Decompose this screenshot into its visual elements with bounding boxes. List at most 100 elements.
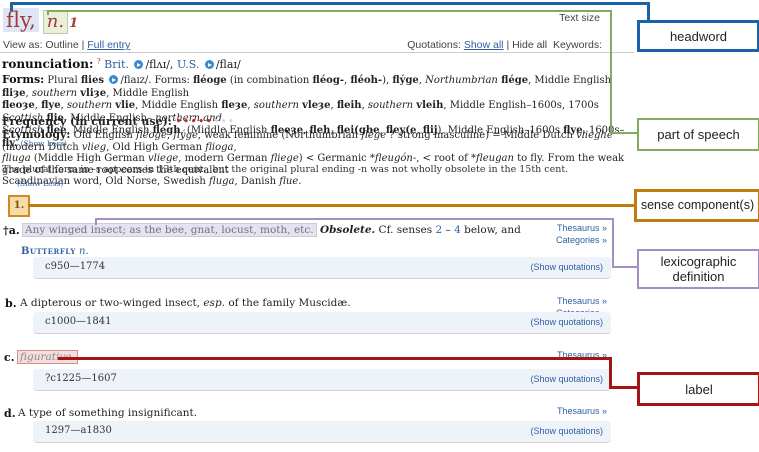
text-segment: , weak feminine (Northumbrian (198, 130, 361, 141)
label-connector-line (609, 386, 638, 389)
text-segment: flies (81, 75, 108, 86)
callout-headword: headword (637, 20, 759, 52)
thesaurus-link[interactable]: Thesaurus » (495, 222, 607, 234)
sense-marker: b. (5, 297, 17, 310)
inline-link[interactable]: Brit. (104, 58, 129, 71)
thesaurus-link[interactable]: Thesaurus » (495, 295, 607, 307)
etymology-text: Old English fléoge, flýge, weak feminine… (2, 130, 624, 187)
pronunciation-label: ronunciation: (2, 57, 93, 71)
quotation-date-range: ?c1225—1607 (45, 373, 117, 384)
show-quotations-link[interactable]: (Show quotations) (530, 374, 603, 384)
text-segment: A dipterous or two-winged insect, (20, 297, 203, 309)
text-segment: Obsolete. (320, 224, 375, 236)
text-segment: Plural (44, 75, 81, 86)
text-segment: /flaɪ/ (216, 58, 241, 71)
show-quotations-link[interactable]: (Show quotations) (530, 317, 603, 327)
label-connector-line (609, 357, 612, 389)
play-icon[interactable] (134, 60, 143, 69)
pos-connector-line (610, 132, 637, 134)
text-segment: flége (361, 130, 386, 141)
text-segment: *fleugón- (370, 153, 416, 164)
text-segment: southern (32, 88, 80, 99)
show-quotations-link[interactable]: (Show quotations) (530, 262, 603, 272)
sense-marker: †a. (3, 224, 20, 237)
text-segment: ), (382, 75, 392, 86)
text-segment: vleih (416, 100, 443, 111)
callout-label: label (637, 372, 759, 406)
definition-connector-line (612, 266, 637, 268)
frequency-row: Frequency (in current use): •••••••• (2, 115, 235, 128)
text-segment: , Middle English (106, 88, 189, 99)
play-icon[interactable] (205, 60, 214, 69)
text-segment: fleȝe (221, 100, 247, 111)
headword-connector-line (647, 2, 650, 22)
sense-marker: c. (4, 351, 15, 364)
text-segment: vliȝe (80, 88, 106, 99)
headword: fly, (3, 8, 39, 32)
text-segment: /flaɪz/. Forms: (120, 75, 193, 86)
pos-connector-line (610, 10, 612, 134)
pronunciation-text: ? Brit. /flʌɪ/, U.S. /flaɪ/ (97, 58, 241, 71)
play-icon[interactable] (109, 75, 118, 84)
quotation-date-range: 1297—a1830 (45, 425, 112, 436)
text-segment: southern (67, 100, 115, 111)
sense-marker: d. (4, 407, 16, 420)
full-entry-link[interactable]: Full entry (87, 39, 130, 51)
cross-reference-link[interactable]: Butterfly n. (21, 246, 89, 257)
text-segment: flége (501, 75, 528, 86)
text-segment: A type of something insignificant. (18, 407, 197, 419)
inline-link[interactable]: 4 (454, 224, 461, 236)
sense-number-badge: 1. (8, 195, 30, 217)
text-segment: – (442, 224, 454, 236)
text-segment: southern (368, 100, 416, 111)
plural-note: The plural form in -s appears in 13th ce… (2, 164, 632, 175)
text-segment: fléoh- (350, 75, 382, 86)
categories-link[interactable]: Categories » (495, 234, 607, 246)
quotation-bar: c950—1774 (Show quotations) (33, 257, 611, 279)
text-segment: vleȝe (302, 100, 330, 111)
etymology-label: Etymology: (2, 128, 71, 141)
headword-connector-line (10, 2, 650, 5)
text-segment: fléoge (193, 75, 227, 86)
text-segment: fleih (337, 100, 362, 111)
text-segment: of the family Muscidæ. (225, 297, 351, 309)
text-segment: , Old High German (106, 142, 205, 153)
sense-connector-line (28, 204, 635, 207)
quotation-date-range: c950—1774 (45, 261, 105, 272)
quotation-bar: ?c1225—1607 (Show quotations) (33, 369, 611, 391)
headword-connector-line (10, 2, 13, 11)
sense-side-links: Thesaurus » Categories » (495, 222, 607, 246)
text-segment: , Danish (235, 176, 280, 187)
label-connector-line (58, 357, 612, 360)
quotation-bar: c1000—1841 (Show quotations) (33, 312, 611, 334)
callout-lexicographic-definition: lexicographic definition (637, 249, 759, 289)
oed-entry-screenshot: fly,n.1 Text size View as: Outline | Ful… (0, 0, 759, 452)
show-quotations-link[interactable]: (Show quotations) (530, 426, 603, 436)
show-less-link[interactable]: (Show Less) (17, 179, 63, 188)
frequency-dots-filled: ••••• (175, 115, 212, 128)
text-segment: ) < Germanic (299, 153, 370, 164)
text-segment: vlieg (82, 142, 106, 153)
text-segment: fliege (271, 153, 299, 164)
text-segment: vlieghe (576, 130, 613, 141)
text-segment: flýge (173, 130, 198, 141)
show-all-link[interactable]: Show all (464, 39, 504, 51)
text-segment: fleoȝe (2, 100, 35, 111)
view-as-label: View as: Outline | (3, 39, 84, 51)
quotations-label: Quotations: (407, 39, 461, 51)
sense-definition: A type of something insignificant. (18, 407, 197, 419)
inline-link[interactable]: U.S. (177, 58, 199, 71)
pos-connector-line (47, 10, 612, 12)
text-segment: fliuga (2, 153, 31, 164)
thesaurus-link[interactable]: Thesaurus » (495, 405, 607, 417)
quotation-date-range: c1000—1841 (45, 316, 112, 327)
hide-all-link[interactable]: | Hide all (506, 39, 547, 51)
callout-part-of-speech: part of speech (637, 118, 759, 151)
text-segment: fléoge (136, 130, 167, 141)
text-segment: *fleugan (471, 153, 514, 164)
homonym-number: 1 (69, 16, 78, 31)
view-as-row: View as: Outline | Full entry (3, 39, 130, 51)
text-segment: , Middle English (528, 75, 611, 86)
text-segment: flioga (205, 142, 233, 153)
header-divider (0, 52, 634, 53)
